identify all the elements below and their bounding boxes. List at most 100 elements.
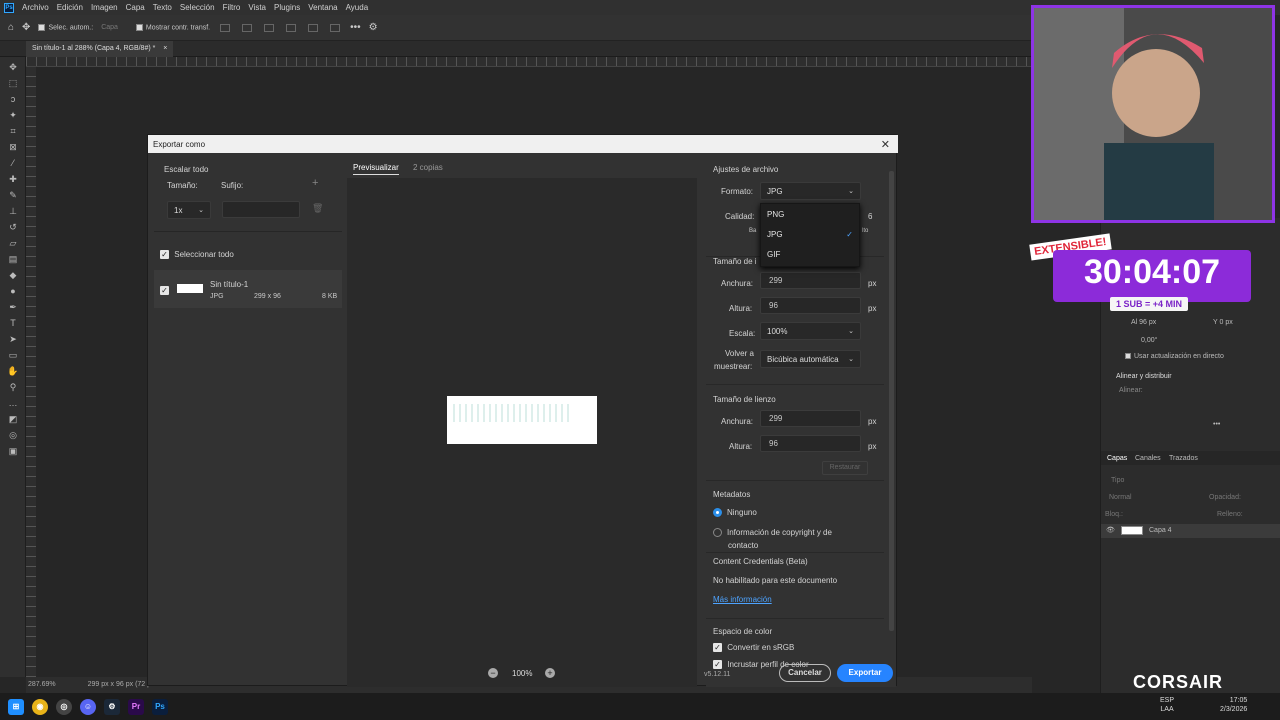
settings-scrollbar[interactable] (889, 171, 894, 631)
export-button[interactable]: Exportar (837, 664, 893, 682)
format-option-gif[interactable]: GIF (761, 244, 859, 264)
angle-field[interactable]: 0,00° (1141, 337, 1157, 344)
menu-capa[interactable]: Capa (126, 3, 145, 12)
menu-ayuda[interactable]: Ayuda (346, 3, 369, 12)
hand-tool-icon[interactable]: ✋ (6, 366, 20, 377)
zoom-level[interactable]: 287.69% (28, 681, 56, 688)
more-options-icon[interactable]: ••• (350, 22, 361, 33)
trash-icon[interactable]: 🗑 (312, 203, 323, 214)
height-field[interactable]: Al 96 px (1131, 319, 1156, 326)
preview-zoom[interactable]: 100% (512, 669, 532, 678)
layer-search-field[interactable]: Tipo (1111, 477, 1124, 484)
document-tab[interactable]: Sin título-1 al 288% (Capa 4, RGB/8#) * … (26, 41, 174, 57)
metadata-none-radio[interactable]: Ninguno (713, 508, 757, 518)
blend-mode-select[interactable]: Normal (1109, 494, 1132, 501)
auto-select-dropdown[interactable]: Capa (101, 24, 118, 31)
blur-tool-icon[interactable]: ◆ (6, 270, 20, 281)
menu-filtro[interactable]: Filtro (223, 3, 241, 12)
menu-edicion[interactable]: Edición (57, 3, 83, 12)
pen-tool-icon[interactable]: ✒ (6, 302, 20, 313)
crop-tool-icon[interactable]: ⌗ (6, 126, 20, 137)
close-icon[interactable]: ✕ (881, 138, 890, 151)
align-center-icon[interactable] (242, 23, 253, 32)
chrome-icon[interactable]: ◉ (32, 698, 48, 715)
select-all-checkbox[interactable]: ✓ Seleccionar todo (160, 250, 234, 260)
layer-name[interactable]: Capa 4 (1149, 527, 1172, 534)
menu-archivo[interactable]: Archivo (22, 3, 49, 12)
move-tool-icon[interactable]: ✥ (6, 62, 20, 73)
tab-layers[interactable]: Capas (1107, 455, 1127, 462)
marquee-tool-icon[interactable]: ⬚ (6, 78, 20, 89)
image-width-input[interactable]: 299 (760, 272, 861, 289)
quality-value[interactable]: 6 (868, 212, 872, 221)
dodge-tool-icon[interactable]: ● (6, 286, 20, 297)
color-swatches-icon[interactable]: ◩ (6, 414, 20, 425)
zoom-in-icon[interactable]: + (545, 668, 555, 678)
menu-vista[interactable]: Vista (248, 3, 266, 12)
align-top-icon[interactable] (286, 23, 297, 32)
format-select[interactable]: JPG ⌄ (760, 182, 861, 200)
more-icon[interactable]: ••• (1213, 421, 1220, 428)
photoshop-taskbar-icon[interactable]: Ps (152, 698, 168, 715)
settings-icon[interactable]: ⚙ (369, 22, 378, 33)
close-tab-icon[interactable]: × (163, 45, 167, 52)
history-brush-icon[interactable]: ↺ (6, 222, 20, 233)
type-tool-icon[interactable]: T (6, 318, 20, 329)
tab-paths[interactable]: Trazados (1169, 455, 1198, 462)
brush-tool-icon[interactable]: ✎ (6, 190, 20, 201)
clock[interactable]: 17:05 2/3/2026 (1220, 696, 1247, 714)
align-bottom-icon[interactable] (330, 23, 341, 32)
zoom-out-icon[interactable]: − (488, 668, 498, 678)
canvas-width-input[interactable]: 299 (760, 410, 861, 427)
gradient-tool-icon[interactable]: ▤ (6, 254, 20, 265)
discord-icon[interactable]: ☺ (80, 698, 96, 715)
tab-preview[interactable]: Previsualizar (353, 163, 399, 175)
menu-plugins[interactable]: Plugins (274, 3, 300, 12)
asset-checkbox[interactable]: ✓ (160, 286, 169, 295)
path-select-tool-icon[interactable]: ➤ (6, 334, 20, 345)
size-select[interactable]: 1x ⌄ (167, 201, 211, 219)
image-height-input[interactable]: 96 (760, 297, 861, 314)
restore-button[interactable]: Restaurar (822, 461, 868, 475)
visibility-eye-icon[interactable]: 👁 (1106, 526, 1115, 534)
layer-row[interactable]: 👁 Capa 4 (1101, 524, 1280, 538)
edit-toolbar-icon[interactable]: … (6, 398, 20, 409)
home-icon[interactable]: ⌂ (8, 22, 14, 33)
steam-icon[interactable]: ⚙ (104, 698, 120, 715)
move-tool-icon[interactable]: ✥ (22, 22, 30, 33)
cancel-button[interactable]: Cancelar (779, 664, 831, 682)
magic-wand-tool-icon[interactable]: ✦ (6, 110, 20, 121)
format-option-jpg[interactable]: JPG ✓ (761, 224, 859, 244)
suffix-input[interactable] (222, 201, 300, 218)
align-right-icon[interactable] (264, 23, 275, 32)
zoom-tool-icon[interactable]: ⚲ (6, 382, 20, 393)
add-scale-icon[interactable]: + (312, 177, 318, 189)
menu-seleccion[interactable]: Selección (180, 3, 215, 12)
healing-tool-icon[interactable]: ✚ (6, 174, 20, 185)
menu-texto[interactable]: Texto (153, 3, 172, 12)
lasso-tool-icon[interactable]: ↄ (6, 94, 20, 105)
language-indicator[interactable]: ESP LAA (1160, 696, 1174, 714)
windows-start-icon[interactable]: ⊞ (8, 698, 24, 715)
eraser-tool-icon[interactable]: ▱ (6, 238, 20, 249)
shape-tool-icon[interactable]: ▭ (6, 350, 20, 361)
align-distribute-heading[interactable]: Alinear y distribuir (1116, 373, 1172, 380)
format-option-png[interactable]: PNG (761, 204, 859, 224)
scale-select[interactable]: 100% ⌄ (760, 322, 861, 340)
show-transform-checkbox[interactable]: Mostrar contr. transf. (135, 23, 210, 31)
obs-icon[interactable]: ◎ (56, 698, 72, 715)
menu-imagen[interactable]: Imagen (91, 3, 118, 12)
premiere-icon[interactable]: Pr (128, 698, 144, 715)
more-info-link[interactable]: Más información (713, 595, 772, 604)
menu-ventana[interactable]: Ventana (308, 3, 337, 12)
tab-channels[interactable]: Canales (1135, 455, 1161, 462)
canvas-height-input[interactable]: 96 (760, 435, 861, 452)
tab-copies[interactable]: 2 copias (413, 163, 443, 172)
convert-srgb-checkbox[interactable]: ✓ Convertir en sRGB (713, 643, 794, 653)
align-left-icon[interactable] (220, 23, 231, 32)
align-middle-icon[interactable] (308, 23, 319, 32)
live-update-checkbox[interactable]: Usar actualización en directo (1125, 353, 1224, 360)
eyedropper-tool-icon[interactable]: ⁄ (6, 158, 20, 169)
auto-select-checkbox[interactable]: Selec. autom.: (38, 23, 93, 31)
resample-select[interactable]: Bicúbica automática ⌄ (760, 350, 861, 368)
